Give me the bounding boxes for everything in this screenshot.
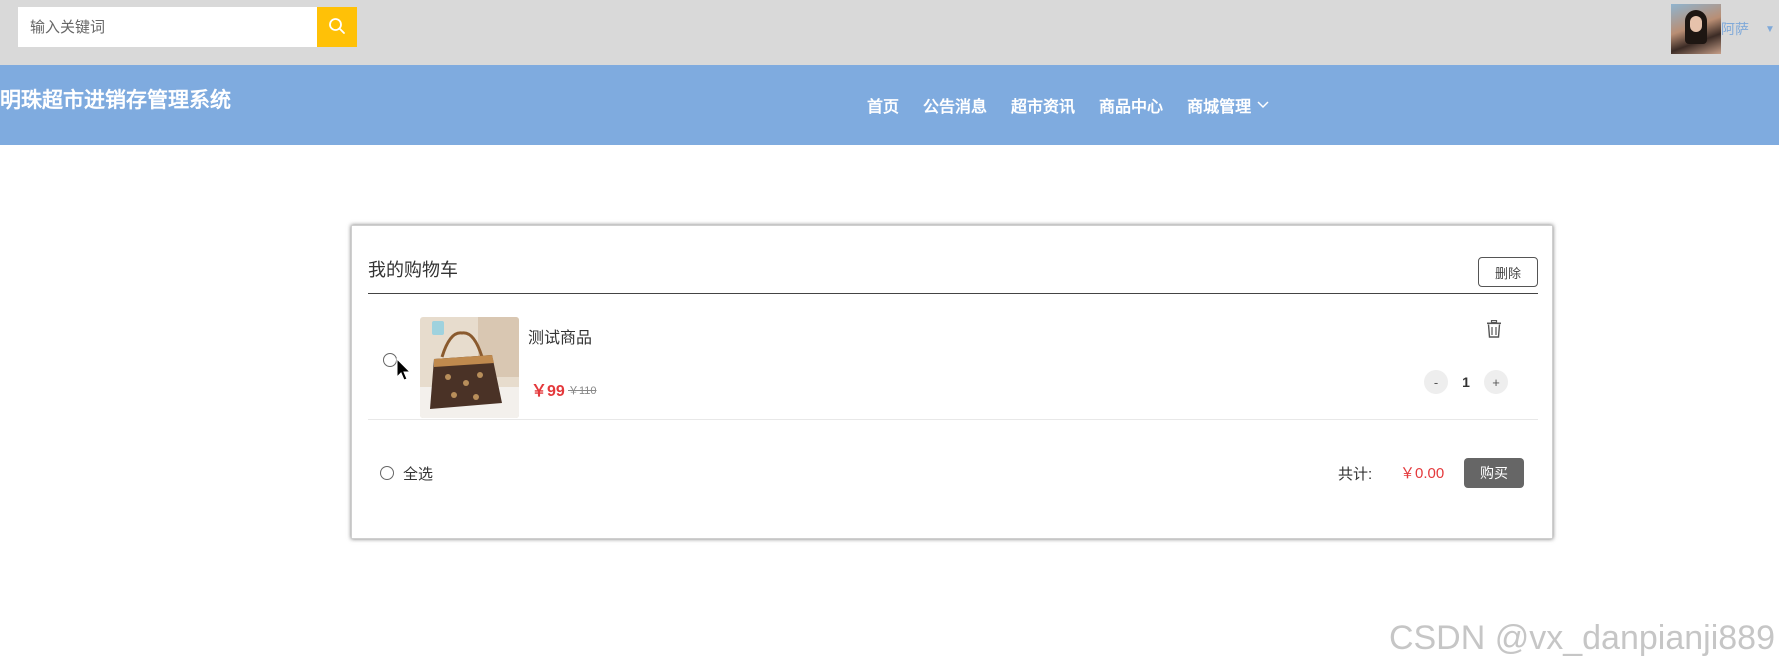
watermark: CSDN @vx_danpianji889 xyxy=(1388,619,1775,657)
search-input[interactable] xyxy=(18,7,317,47)
nav-item-news[interactable]: 超市资讯 xyxy=(1011,93,1075,117)
product-original-price: ￥110 xyxy=(568,385,597,397)
buy-button[interactable]: 购买 xyxy=(1464,458,1524,488)
mouse-cursor-icon xyxy=(396,357,412,387)
item-select-radio[interactable] xyxy=(383,353,397,367)
decrease-quantity-button[interactable]: - xyxy=(1424,370,1448,394)
quantity-stepper: - 1 + xyxy=(1424,370,1508,394)
nav-item-label: 公告消息 xyxy=(923,99,988,116)
select-all-label[interactable]: 全选 xyxy=(403,463,433,484)
site-title: 明珠超市进销存管理系统 xyxy=(0,89,231,112)
increase-quantity-button[interactable]: + xyxy=(1484,370,1508,394)
user-menu[interactable]: 阿萨 ▼ xyxy=(1671,4,1779,54)
user-avatar[interactable] xyxy=(1671,4,1721,54)
nav-item-announcements[interactable]: 公告消息 xyxy=(923,93,987,117)
nav-item-label: 超市资讯 xyxy=(1011,99,1076,116)
top-bar: 阿萨 ▼ xyxy=(0,0,1779,65)
product-name[interactable]: 测试商品 xyxy=(528,324,592,348)
cart-item: 测试商品 ￥99 ￥110 - 1 + xyxy=(368,304,1538,420)
cart-panel: 我的购物车 删除 测试商品 ￥99 ￥110 - 1 + 全选 共计: ￥0.0… xyxy=(351,225,1553,539)
caret-down-icon[interactable]: ▼ xyxy=(1761,24,1779,35)
nav-menu: 首页 公告消息 超市资讯 商品中心 商城管理 xyxy=(867,93,1293,117)
search-button[interactable] xyxy=(317,7,357,47)
trash-icon[interactable] xyxy=(1486,319,1502,343)
chevron-down-icon xyxy=(1257,96,1269,114)
total-label: 共计: xyxy=(1338,466,1373,483)
main-nav-bar: 明珠超市进销存管理系统 首页 公告消息 超市资讯 商品中心 商城管理 xyxy=(0,65,1779,145)
nav-item-mall-management[interactable]: 商城管理 xyxy=(1187,93,1269,117)
product-price: ￥99 xyxy=(531,383,565,400)
select-all-radio[interactable] xyxy=(380,466,394,480)
nav-item-label: 商城管理 xyxy=(1187,99,1252,116)
search-bar xyxy=(18,7,357,47)
cart-footer: 全选 共计: ￥0.00 购买 xyxy=(368,454,1538,494)
search-icon xyxy=(328,17,346,38)
user-name[interactable]: 阿萨 xyxy=(1721,19,1761,39)
nav-item-home[interactable]: 首页 xyxy=(867,93,899,117)
nav-item-products[interactable]: 商品中心 xyxy=(1099,93,1163,117)
total-value: ￥0.00 xyxy=(1400,465,1445,482)
quantity-value[interactable]: 1 xyxy=(1448,374,1484,390)
product-image[interactable] xyxy=(420,317,519,418)
delete-button[interactable]: 删除 xyxy=(1478,257,1538,287)
nav-item-label: 商品中心 xyxy=(1099,99,1164,116)
cart-title: 我的购物车 xyxy=(368,260,458,280)
nav-item-label: 首页 xyxy=(867,99,900,116)
divider xyxy=(368,293,1538,294)
